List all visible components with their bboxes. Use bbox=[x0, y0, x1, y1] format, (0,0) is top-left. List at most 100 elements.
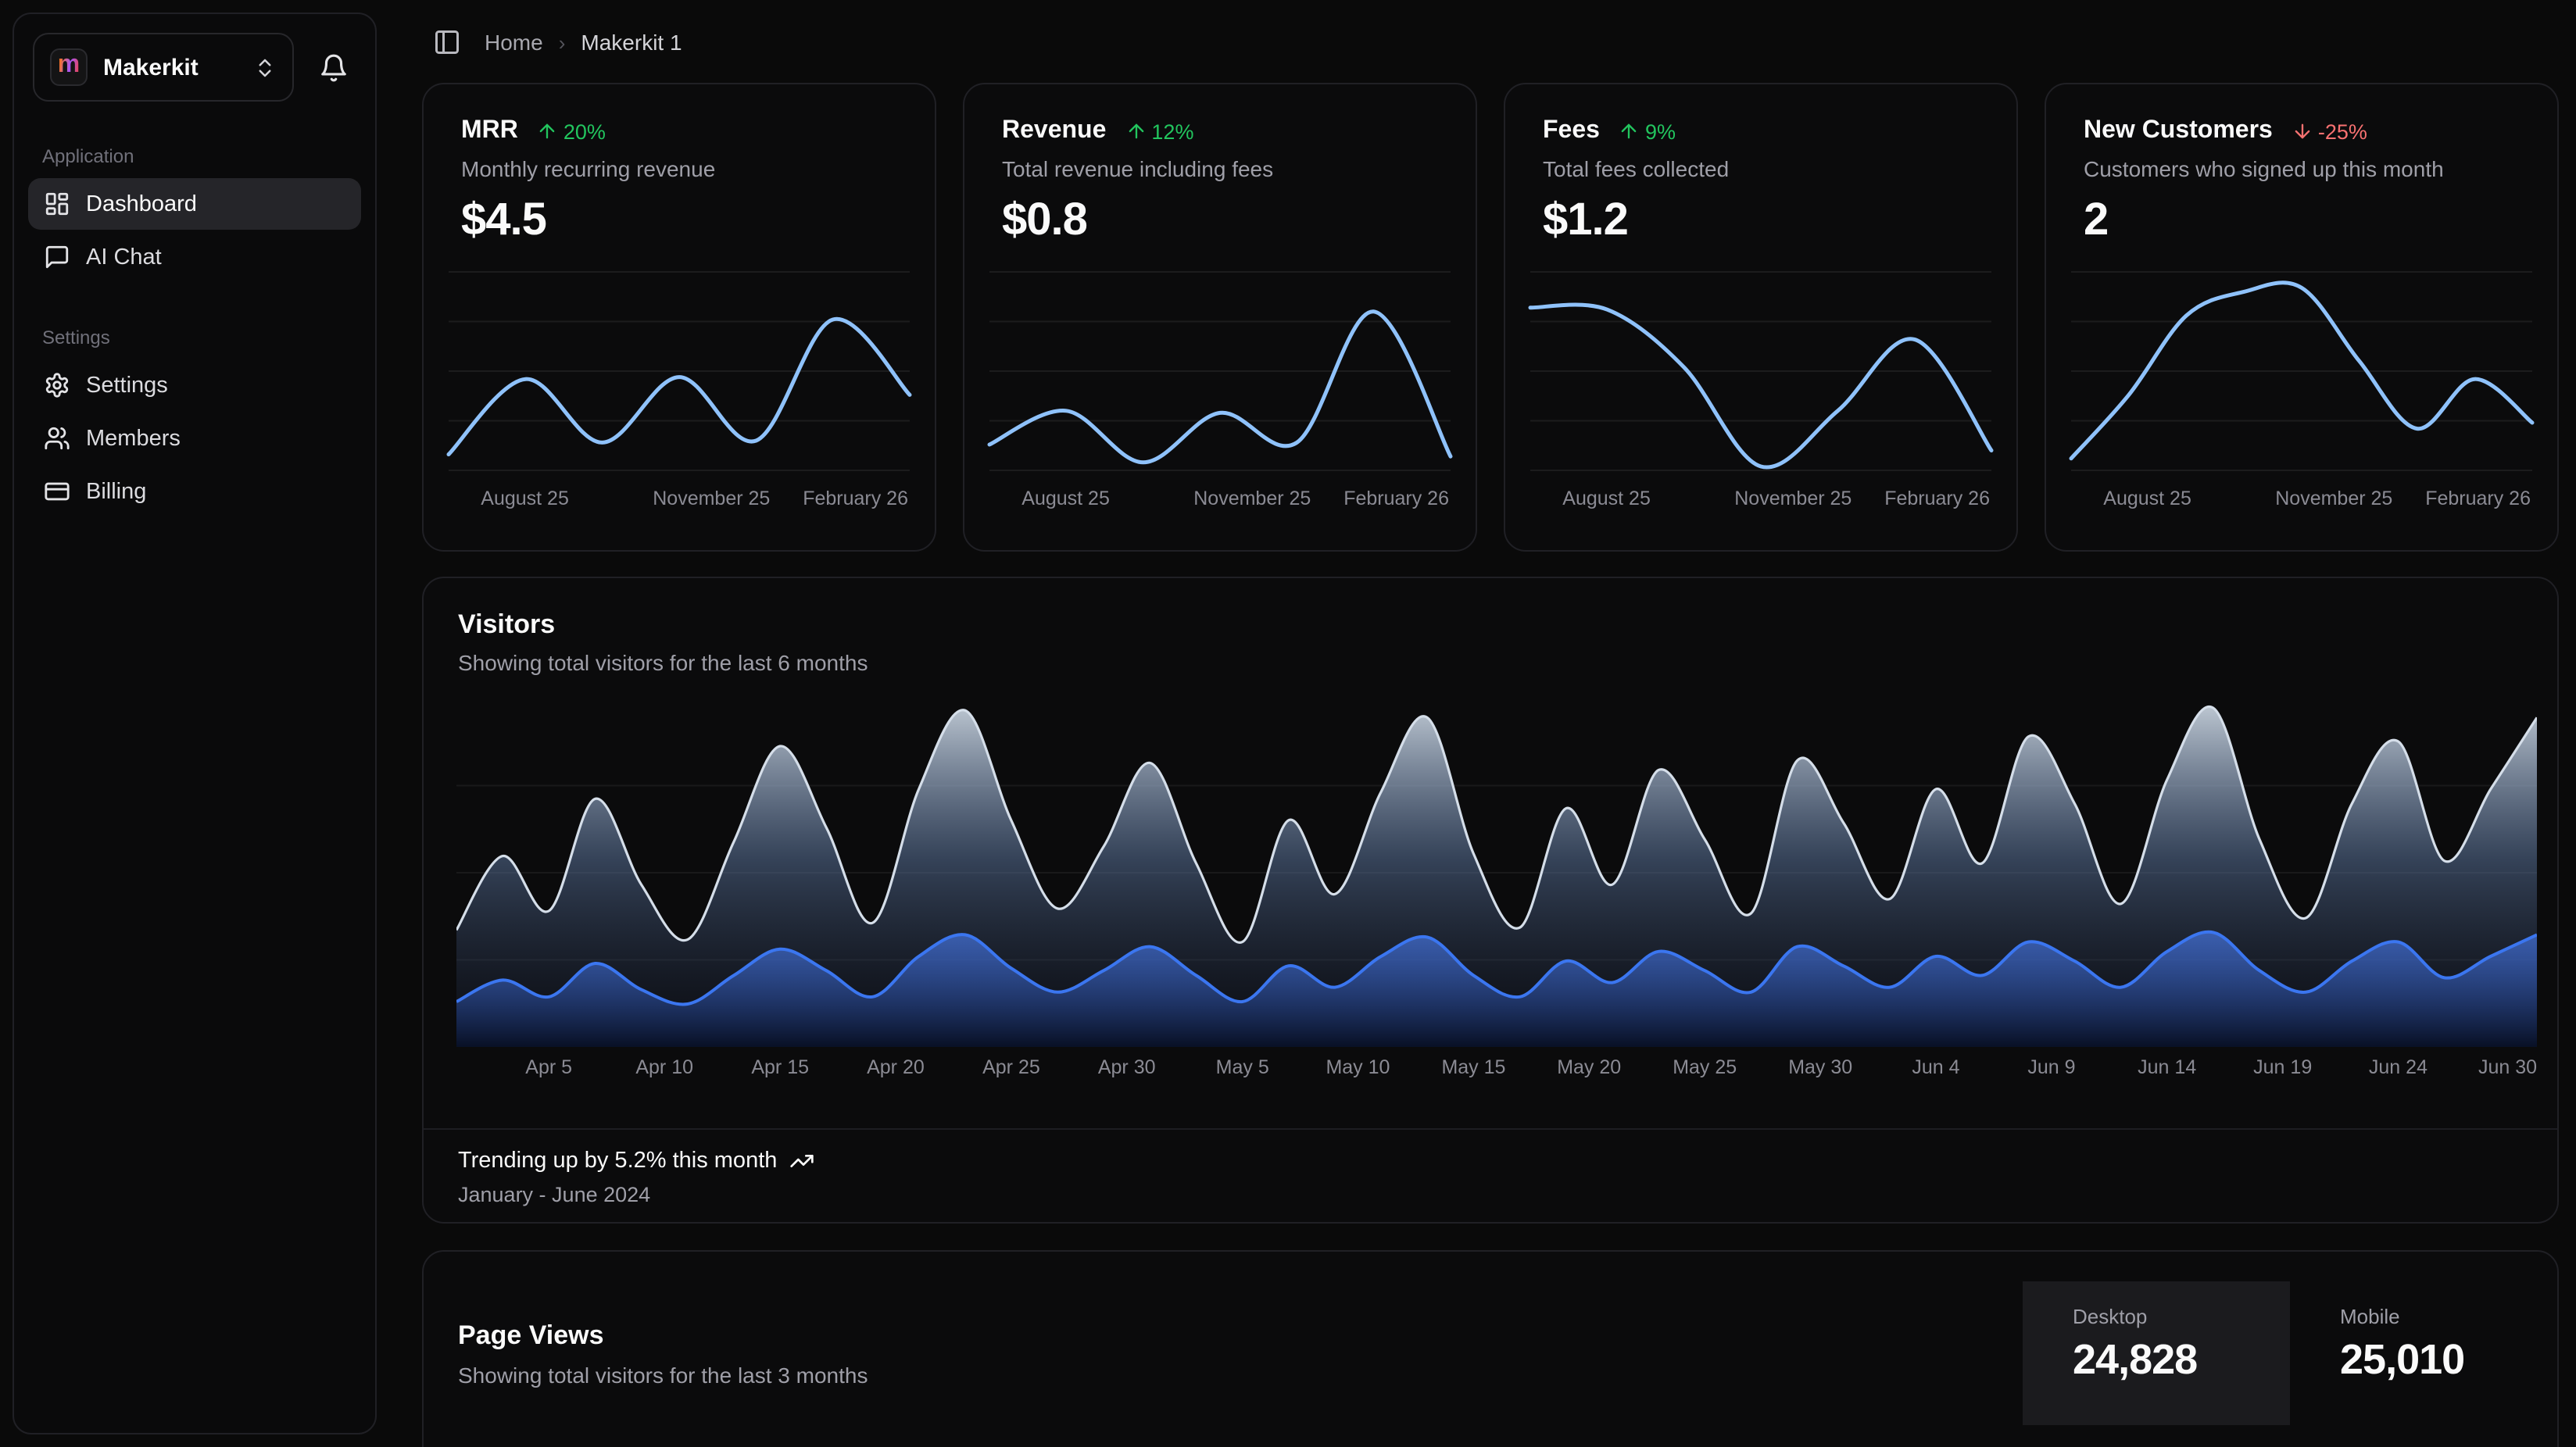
arrow-up-icon bbox=[537, 120, 559, 142]
axis-tick: Jun 19 bbox=[2253, 1056, 2312, 1078]
workspace-name: Makerkit bbox=[103, 54, 238, 80]
sidebar: m Makerkit Application Dashboard bbox=[13, 13, 377, 1434]
stat-title: MRR bbox=[461, 117, 518, 145]
axis-tick: May 20 bbox=[1557, 1056, 1621, 1078]
axis-tick: November 25 bbox=[1734, 488, 1852, 509]
sidebar-item-members[interactable]: Members bbox=[28, 413, 361, 464]
axis-tick: August 25 bbox=[481, 488, 569, 509]
trend-badge: 12% bbox=[1125, 120, 1193, 143]
toggle-label: Mobile bbox=[2340, 1305, 2557, 1328]
page-views-toggles: Desktop 24,828 Mobile 25,010 bbox=[2023, 1281, 2557, 1447]
arrow-up-icon bbox=[1619, 120, 1640, 142]
axis-tick: Apr 30 bbox=[1098, 1056, 1156, 1078]
sidebar-item-label: AI Chat bbox=[86, 245, 162, 270]
axis-tick: Jun 30 bbox=[2478, 1056, 2537, 1078]
app-root: m Makerkit Application Dashboard bbox=[0, 0, 2576, 1447]
stat-card-revenue: Revenue 12% Total revenue including fees… bbox=[963, 83, 1477, 552]
visitors-title: Visitors bbox=[424, 578, 2557, 641]
axis-tick: May 5 bbox=[1216, 1056, 1269, 1078]
sparkline-axis: August 25 November 25 February 26 bbox=[1530, 488, 1991, 513]
message-square-icon bbox=[44, 244, 70, 270]
sidebar-section-settings: Settings Settings Members Billing bbox=[14, 327, 375, 517]
axis-tick: Apr 5 bbox=[525, 1056, 572, 1078]
stat-card-mrr: MRR 20% Monthly recurring revenue $4.5 A… bbox=[422, 83, 936, 552]
page-views-description: Showing total visitors for the last 3 mo… bbox=[458, 1363, 2023, 1388]
sidebar-item-ai-chat[interactable]: AI Chat bbox=[28, 231, 361, 283]
makerkit-logo: m bbox=[50, 48, 88, 86]
axis-tick: August 25 bbox=[1021, 488, 1110, 509]
section-label: Settings bbox=[14, 327, 375, 358]
axis-tick: Jun 14 bbox=[2138, 1056, 2196, 1078]
stat-card-new-customers: New Customers -25% Customers who signed … bbox=[2045, 83, 2559, 552]
breadcrumb: Home › Makerkit 1 bbox=[425, 22, 682, 63]
visitors-description: Showing total visitors for the last 6 mo… bbox=[424, 641, 2557, 675]
sidebar-section-application: Application Dashboard AI Chat bbox=[14, 145, 375, 283]
gear-icon bbox=[44, 372, 70, 398]
axis-tick: Apr 15 bbox=[751, 1056, 809, 1078]
axis-tick: May 15 bbox=[1441, 1056, 1505, 1078]
sparkline-chart bbox=[1530, 269, 1991, 473]
panel-left-icon bbox=[433, 28, 461, 56]
sparkline-axis: August 25 November 25 February 26 bbox=[2071, 488, 2532, 513]
axis-tick: February 26 bbox=[1343, 488, 1449, 509]
stat-value: 2 bbox=[2046, 181, 2557, 247]
chevron-right-icon: › bbox=[559, 30, 566, 54]
axis-tick: February 26 bbox=[1884, 488, 1990, 509]
pageviews-toggle-mobile[interactable]: Mobile 25,010 bbox=[2290, 1281, 2557, 1425]
trending-up-icon bbox=[789, 1149, 814, 1174]
notifications-button[interactable] bbox=[306, 41, 360, 94]
sidebar-item-billing[interactable]: Billing bbox=[28, 466, 361, 517]
axis-tick: May 25 bbox=[1673, 1056, 1737, 1078]
sparkline-axis: August 25 November 25 February 26 bbox=[449, 488, 910, 513]
sidebar-item-label: Members bbox=[86, 426, 181, 451]
axis-tick: February 26 bbox=[803, 488, 908, 509]
stat-description: Customers who signed up this month bbox=[2046, 145, 2557, 181]
workspace-switcher[interactable]: m Makerkit bbox=[33, 33, 294, 102]
arrow-up-icon bbox=[1125, 120, 1147, 142]
axis-tick: August 25 bbox=[1562, 488, 1651, 509]
trend-badge: 9% bbox=[1619, 120, 1676, 143]
visitors-x-axis: Apr 5Apr 10Apr 15Apr 20Apr 25Apr 30May 5… bbox=[456, 1056, 2537, 1081]
breadcrumb-home-link[interactable]: Home bbox=[485, 30, 543, 55]
stat-description: Total revenue including fees bbox=[964, 145, 1476, 181]
axis-tick: November 25 bbox=[1193, 488, 1311, 509]
sparkline-axis: August 25 November 25 February 26 bbox=[989, 488, 1451, 513]
sidebar-item-label: Billing bbox=[86, 479, 146, 504]
axis-tick: Apr 10 bbox=[635, 1056, 693, 1078]
breadcrumb-current-page: Makerkit 1 bbox=[581, 30, 682, 55]
axis-tick: August 25 bbox=[2103, 488, 2191, 509]
sidebar-toggle-button[interactable] bbox=[425, 22, 469, 63]
axis-tick: Jun 24 bbox=[2369, 1056, 2428, 1078]
users-icon bbox=[44, 425, 70, 452]
toggle-label: Desktop bbox=[2073, 1305, 2290, 1328]
trend-badge: -25% bbox=[2292, 120, 2367, 143]
pageviews-toggle-desktop[interactable]: Desktop 24,828 bbox=[2023, 1281, 2290, 1425]
axis-tick: November 25 bbox=[653, 488, 770, 509]
trend-badge: 20% bbox=[537, 120, 606, 143]
visitors-date-range: January - June 2024 bbox=[458, 1183, 2520, 1206]
sidebar-item-label: Settings bbox=[86, 373, 168, 398]
stat-description: Monthly recurring revenue bbox=[424, 145, 935, 181]
bell-icon bbox=[318, 52, 348, 82]
toggle-value: 24,828 bbox=[2073, 1336, 2290, 1384]
layout-dashboard-icon bbox=[44, 191, 70, 217]
sidebar-item-dashboard[interactable]: Dashboard bbox=[28, 178, 361, 230]
sidebar-item-label: Dashboard bbox=[86, 191, 197, 216]
stat-value: $4.5 bbox=[424, 181, 935, 247]
visitors-card: Visitors Showing total visitors for the … bbox=[422, 577, 2559, 1224]
chevrons-up-down-icon bbox=[253, 55, 277, 79]
main-content: Home › Makerkit 1 MRR 20% Monthly recurr… bbox=[403, 0, 2576, 1447]
axis-tick: November 25 bbox=[2275, 488, 2392, 509]
axis-tick: May 30 bbox=[1788, 1056, 1852, 1078]
axis-tick: Apr 20 bbox=[867, 1056, 925, 1078]
arrow-down-icon bbox=[2292, 120, 2313, 142]
sidebar-item-settings[interactable]: Settings bbox=[28, 359, 361, 411]
visitors-area-chart[interactable] bbox=[456, 698, 2537, 1047]
axis-tick: Jun 9 bbox=[2027, 1056, 2075, 1078]
axis-tick: February 26 bbox=[2425, 488, 2531, 509]
stat-title: Fees bbox=[1543, 117, 1600, 145]
axis-tick: Jun 4 bbox=[1912, 1056, 1959, 1078]
page-views-title: Page Views bbox=[458, 1320, 2023, 1352]
axis-tick: May 10 bbox=[1326, 1056, 1390, 1078]
sparkline-chart bbox=[2071, 269, 2532, 473]
